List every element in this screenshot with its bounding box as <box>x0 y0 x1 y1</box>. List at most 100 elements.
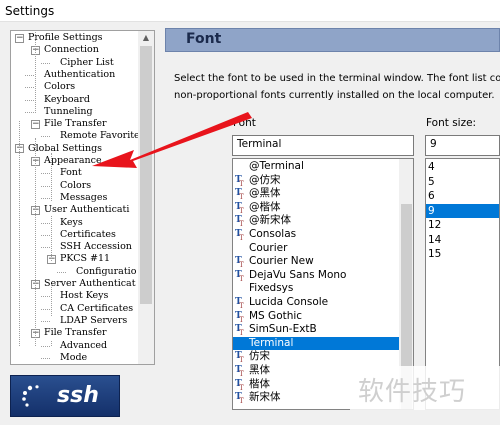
font-size-option[interactable]: 15 <box>426 247 499 262</box>
font-option[interactable]: T T @仿宋 <box>233 174 399 188</box>
settings-tree[interactable]: − Profile Settings − Connection Cipher List A… <box>10 30 155 365</box>
font-option-label: @楷体 <box>249 200 281 213</box>
tree-connector <box>19 121 20 346</box>
tree-item[interactable]: Certificates <box>60 229 116 241</box>
font-option[interactable]: @Terminal <box>233 160 399 174</box>
font-option[interactable]: T T 仿宋 <box>233 350 399 364</box>
tree-item[interactable]: LDAP Servers <box>60 315 127 327</box>
tree-item[interactable]: Cipher List <box>60 57 114 69</box>
tree-connector <box>25 99 34 101</box>
font-option[interactable]: T T @新宋体 <box>233 214 399 228</box>
font-option-label: DejaVu Sans Mono <box>249 268 347 281</box>
font-option-label: Consolas <box>249 228 297 240</box>
font-size-option[interactable]: 6 <box>426 189 499 204</box>
font-size-label: Font size: <box>426 117 477 129</box>
tree-item[interactable]: Colors <box>60 180 91 192</box>
tree-item[interactable]: Remote Favorite <box>60 130 140 142</box>
tree-connector <box>35 138 36 346</box>
font-option[interactable]: T T SimSun-ExtB <box>233 323 399 337</box>
font-size-option[interactable]: 14 <box>426 233 499 248</box>
description-line-2: non-proportional fonts currently install… <box>174 90 495 101</box>
window-title: Settings <box>0 0 500 22</box>
font-option-label: @新宋体 <box>249 214 291 227</box>
tree-connector <box>41 185 50 187</box>
tree-connector <box>51 153 52 201</box>
tree-connector <box>41 234 50 236</box>
tree-item[interactable]: Mode <box>60 352 87 364</box>
font-option-label: Courier New <box>249 255 314 268</box>
font-option[interactable]: Terminal <box>233 336 399 351</box>
scroll-up-icon[interactable]: ▲ <box>138 31 154 45</box>
tree-item[interactable]: Connection <box>44 44 99 56</box>
tree-connector <box>51 341 52 346</box>
font-option[interactable]: T T Courier New <box>233 255 399 269</box>
font-option-label: @Terminal <box>249 160 304 172</box>
watermark: 软件技巧 <box>358 377 467 407</box>
tree-connector <box>41 247 50 249</box>
tree-item[interactable]: Server Authenticat <box>44 278 136 290</box>
font-size-input[interactable]: 9 <box>425 135 500 156</box>
tree-connector <box>41 62 50 64</box>
tree-item[interactable]: Authentication <box>44 69 115 81</box>
tree-item[interactable]: SSH Accession <box>60 241 132 253</box>
tree-connector <box>51 216 52 261</box>
font-size-option[interactable]: 9 <box>426 203 499 218</box>
font-option-label: SimSun-ExtB <box>249 323 317 336</box>
tree-item[interactable]: Advanced <box>60 340 107 352</box>
tree-item[interactable]: CA Certificates <box>60 303 133 315</box>
font-option-label: Lucida Console <box>249 296 329 308</box>
font-option[interactable]: T T @楷体 <box>233 201 399 215</box>
scroll-thumb[interactable] <box>140 46 152 304</box>
description-line-1: Select the font to be used in the termin… <box>174 73 500 84</box>
font-size-option[interactable]: 12 <box>426 218 499 233</box>
tree-connector <box>41 308 50 310</box>
tree-item[interactable]: Profile Settings <box>28 32 103 44</box>
tree-connector <box>25 74 34 76</box>
panel-title: Font <box>186 31 222 47</box>
tree-item[interactable]: User Authenticati <box>44 204 129 216</box>
tree-item[interactable]: Configuratio <box>76 266 136 278</box>
tree-item[interactable]: File Transfer <box>44 327 107 339</box>
tree-connector <box>41 357 50 359</box>
font-size-option[interactable]: 4 <box>426 160 499 175</box>
tree-item[interactable]: Appearance <box>44 155 102 167</box>
tree-connector <box>35 31 36 113</box>
tree-connector <box>41 222 50 224</box>
font-option-label: 新宋体 <box>249 391 281 404</box>
tree-scrollbar[interactable]: ▲ <box>138 31 154 364</box>
font-option[interactable]: T T Lucida Console <box>233 296 399 310</box>
font-option[interactable]: T T MS Gothic <box>233 310 399 324</box>
font-option[interactable]: T T @黑体 <box>233 187 399 201</box>
font-size-option[interactable]: 5 <box>426 175 499 190</box>
font-option-label: Fixedsys <box>249 282 294 295</box>
tree-toggle-icon[interactable]: − <box>15 33 24 43</box>
panel-header: Font <box>165 28 500 52</box>
tree-item[interactable]: Colors <box>44 81 75 93</box>
tree-item[interactable]: Tunneling <box>44 106 93 118</box>
font-option[interactable]: T T DejaVu Sans Mono <box>233 269 399 283</box>
font-option-label: 楷体 <box>249 377 270 390</box>
tree-connector <box>41 296 50 298</box>
tree-item[interactable]: PKCS #11 <box>60 253 110 265</box>
tree-item[interactable]: Font <box>60 167 82 179</box>
font-input[interactable]: Terminal <box>232 135 414 156</box>
tree-item[interactable]: Messages <box>60 192 107 204</box>
font-option-label: Terminal <box>249 336 294 349</box>
tree-connector <box>41 197 50 199</box>
tree-item[interactable]: Keyboard <box>44 94 90 106</box>
font-option-label: 黑体 <box>249 364 270 376</box>
tree-item[interactable]: File Transfer <box>44 118 107 130</box>
font-option[interactable]: Fixedsys <box>233 282 399 296</box>
tree-connector <box>25 87 34 89</box>
tree-item[interactable]: Global Settings <box>28 143 102 155</box>
tree-item[interactable]: Keys <box>60 217 83 229</box>
tree-toggle-icon[interactable]: − <box>31 119 40 129</box>
tree-connector <box>41 320 50 322</box>
ssh-dots-icon <box>22 385 39 407</box>
font-option-label: Courier <box>249 241 288 254</box>
tree-connector <box>41 136 50 138</box>
font-option[interactable]: Courier <box>233 242 399 256</box>
tree-item[interactable]: Host Keys <box>60 290 108 302</box>
tree-connector <box>25 111 34 113</box>
font-option[interactable]: T T Consolas <box>233 228 399 242</box>
